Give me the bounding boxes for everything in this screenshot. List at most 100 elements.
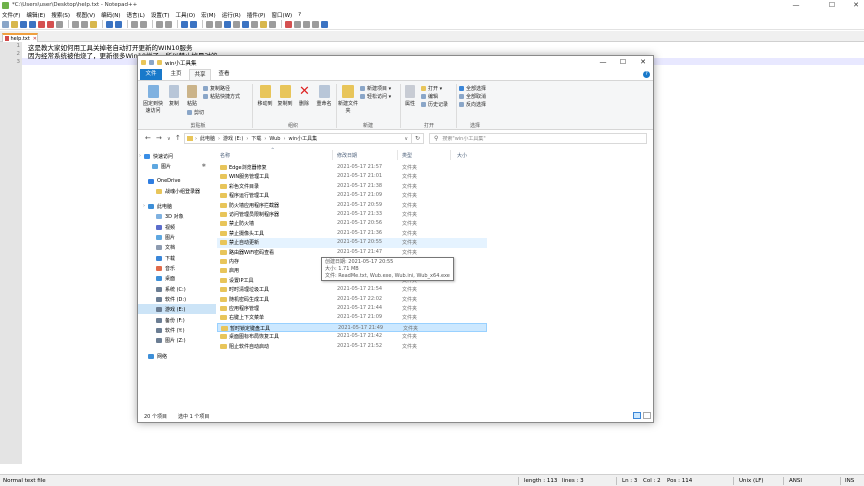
- back-arrow-icon[interactable]: ←: [145, 134, 151, 142]
- sidebar-item[interactable]: 3D 对象: [138, 211, 216, 221]
- menu-encoding[interactable]: 编码(N): [101, 11, 120, 19]
- ribbon-tab-view[interactable]: 查看: [213, 69, 235, 80]
- stop-macro-icon[interactable]: [294, 20, 301, 28]
- sidebar-item[interactable]: 游戏 (E:): [138, 304, 216, 314]
- explorer-maximize-button[interactable]: ☐: [612, 56, 634, 69]
- history-button[interactable]: 历史记录: [421, 101, 448, 108]
- address-dropdown-icon[interactable]: ∨: [404, 136, 408, 142]
- copy-path-button[interactable]: 复制路径: [203, 85, 230, 92]
- table-row[interactable]: 禁止自动更新 2021-05-17 20:55 文件夹: [217, 238, 487, 248]
- new-item-button[interactable]: 新建项目 ▾: [360, 85, 391, 92]
- menu-run[interactable]: 运行(R): [222, 11, 241, 19]
- explorer-close-button[interactable]: ✕: [632, 56, 654, 69]
- invert-selection-button[interactable]: 反向选择: [459, 101, 486, 108]
- menu-tools[interactable]: 工具(O): [176, 11, 196, 19]
- open-file-icon[interactable]: [11, 20, 18, 28]
- sidebar-item[interactable]: 视频: [138, 222, 216, 232]
- copy-icon[interactable]: [81, 20, 88, 28]
- menu-search[interactable]: 搜索(S): [51, 11, 70, 19]
- zoom-in-icon[interactable]: [156, 20, 163, 28]
- replace-icon[interactable]: [140, 20, 147, 28]
- sync-vertical-icon[interactable]: [181, 20, 188, 28]
- show-all-chars-icon[interactable]: [215, 20, 222, 28]
- table-row[interactable]: 随机密码生成工具 2021-05-17 22:02 文件夹: [217, 295, 487, 304]
- notepad-minimize-button[interactable]: —: [784, 0, 808, 10]
- indent-guide-icon[interactable]: [224, 20, 231, 28]
- sidebar-item[interactable]: 图片: [138, 232, 216, 242]
- sidebar-item[interactable]: › 快速访问: [138, 151, 216, 161]
- sidebar-item[interactable]: 下载: [138, 253, 216, 263]
- table-row[interactable]: 禁止防火墙 2021-05-17 20:56 文件夹: [217, 219, 487, 228]
- menu-window[interactable]: 窗口(W): [271, 11, 292, 19]
- doc-map-icon[interactable]: [242, 20, 249, 28]
- tab-help-txt[interactable]: help.txt ✕: [2, 33, 38, 42]
- zoom-out-icon[interactable]: [165, 20, 172, 28]
- table-row[interactable]: 路由器WiFi密码查看 2021-05-17 21:47 文件夹: [217, 248, 487, 257]
- easy-access-button[interactable]: 轻松访问 ▾: [360, 93, 391, 100]
- expand-arrow-icon[interactable]: ›: [139, 153, 141, 159]
- table-row[interactable]: 桌面图标布局恢复工具 2021-05-17 21:42 文件夹: [217, 332, 487, 341]
- large-icons-view-icon[interactable]: [643, 412, 651, 419]
- save-icon[interactable]: [20, 20, 27, 28]
- sidebar-item[interactable]: OneDrive: [138, 176, 216, 186]
- sync-horizontal-icon[interactable]: [190, 20, 197, 28]
- recent-dropdown-icon[interactable]: ∨: [167, 136, 171, 142]
- expand-arrow-icon[interactable]: ›: [143, 203, 145, 209]
- paste-shortcut-button[interactable]: 粘贴快捷方式: [203, 93, 240, 100]
- quick-access-new-folder-icon[interactable]: [157, 60, 162, 65]
- sidebar-item[interactable]: 软件 (D:): [138, 294, 216, 304]
- copy-to-button[interactable]: 复制到: [275, 85, 295, 107]
- table-row[interactable]: WIN服务管理工具 2021-05-17 21:01 文件夹: [217, 172, 487, 181]
- table-row[interactable]: 阻止软件自动启动 2021-05-17 21:52 文件夹: [217, 342, 487, 351]
- breadcrumb-downloads[interactable]: 下载: [251, 135, 261, 142]
- notepad-maximize-button[interactable]: ☐: [820, 0, 844, 10]
- details-view-icon[interactable]: [633, 412, 641, 419]
- ribbon-tab-home[interactable]: 主页: [165, 69, 187, 80]
- monitoring-icon[interactable]: [269, 20, 276, 28]
- edit-button[interactable]: 编辑: [421, 93, 438, 100]
- copy-button[interactable]: 复制: [166, 85, 182, 107]
- column-divider[interactable]: [397, 150, 398, 160]
- table-row[interactable]: 暂时锁定键盘工具 2021-05-17 21:49 文件夹: [217, 322, 487, 333]
- menu-view[interactable]: 视图(V): [76, 11, 95, 19]
- refresh-icon[interactable]: ↻: [412, 133, 424, 144]
- explorer-minimize-button[interactable]: —: [592, 56, 614, 69]
- table-row[interactable]: 彩色文件目录 2021-05-17 21:38 文件夹: [217, 182, 487, 191]
- menu-edit[interactable]: 编辑(E): [26, 11, 45, 19]
- rename-button[interactable]: 重命名: [314, 85, 334, 107]
- column-date[interactable]: 修改日期: [337, 152, 357, 159]
- menu-file[interactable]: 文件(F): [2, 11, 20, 19]
- save-macro-icon[interactable]: [321, 20, 328, 28]
- properties-button[interactable]: 属性: [402, 85, 418, 107]
- column-size[interactable]: 大小: [457, 152, 467, 159]
- menu-language[interactable]: 语言(L): [127, 11, 145, 19]
- ribbon-tab-file[interactable]: 文件: [140, 69, 162, 80]
- paste-button[interactable]: 粘贴: [184, 85, 200, 107]
- column-type[interactable]: 类型: [402, 152, 412, 159]
- sidebar-item[interactable]: › 此电脑: [138, 201, 216, 211]
- table-row[interactable]: 禁止摄像头工具 2021-05-17 21:36 文件夹: [217, 229, 487, 238]
- menu-plugins[interactable]: 插件(P): [247, 11, 266, 19]
- breadcrumb-drive-e[interactable]: 游戏 (E:): [223, 135, 243, 142]
- address-input[interactable]: › 此电脑 › 游戏 (E:) › 下载 › Wub › win小工具集 ∨: [184, 133, 412, 144]
- undo-icon[interactable]: [106, 20, 113, 28]
- column-divider[interactable]: [450, 150, 451, 160]
- record-macro-icon[interactable]: [285, 20, 292, 28]
- redo-icon[interactable]: [115, 20, 122, 28]
- search-input[interactable]: [442, 135, 623, 142]
- breadcrumb-wub[interactable]: Wub: [269, 136, 280, 142]
- pin-quick-access-button[interactable]: 固定到快速访问: [141, 85, 165, 114]
- breadcrumb-current[interactable]: win小工具集: [288, 135, 317, 142]
- table-row[interactable]: 右键上下文菜单 2021-05-17 21:09 文件夹: [217, 313, 487, 322]
- find-icon[interactable]: [131, 20, 138, 28]
- forward-arrow-icon[interactable]: →: [156, 134, 162, 142]
- column-divider[interactable]: [332, 150, 333, 160]
- column-name[interactable]: 名称: [220, 152, 230, 159]
- udl-icon[interactable]: [233, 20, 240, 28]
- play-macro-icon[interactable]: [303, 20, 310, 28]
- search-box[interactable]: ⚲: [429, 133, 647, 144]
- quick-access-properties-icon[interactable]: [149, 60, 154, 65]
- menu-settings[interactable]: 设置(T): [151, 11, 170, 19]
- open-button[interactable]: 打开 ▾: [421, 85, 442, 92]
- menu-help[interactable]: ?: [298, 12, 301, 18]
